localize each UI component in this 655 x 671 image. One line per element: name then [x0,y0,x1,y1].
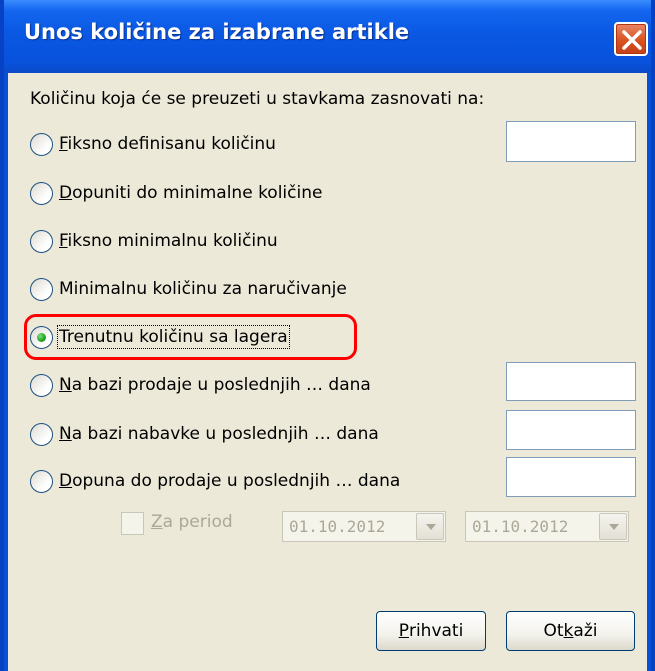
option-label: Minimalnu količinu za naručivanje [59,279,347,299]
accept-button[interactable]: Prihvati [376,611,486,651]
fixed-quantity-input[interactable] [506,121,636,162]
period-label: Za period [151,512,233,532]
date-to-value: 01.10.2012 [472,517,569,536]
close-button[interactable] [614,22,648,56]
option-fill-to-minimum[interactable]: Dopuniti do minimalne količine [30,180,322,206]
radio-button[interactable] [30,422,53,446]
option-fixed-quantity[interactable]: Fiksno definisanu količinu [30,131,276,157]
red-highlight-annotation [24,314,357,360]
title-bar[interactable]: Unos količine za izabrane artikle [4,0,651,73]
purchases-days-input[interactable] [506,410,636,450]
close-icon [622,30,642,50]
option-label: Dopuna do prodaje u poslednjih … dana [59,471,401,491]
radio-button[interactable] [30,181,53,205]
radio-button[interactable] [30,469,53,493]
option-fixed-minimum[interactable]: Fiksno minimalnu količinu [30,228,278,254]
chevron-down-icon [426,524,436,530]
option-label: Na bazi nabavke u poslednjih … dana [59,424,379,444]
option-label: Fiksno definisanu količinu [59,134,276,154]
date-from-dropdown-button[interactable] [416,513,444,540]
instruction-label: Količinu koja će se preuzeti u stavkama … [30,89,485,109]
date-from-value: 01.10.2012 [289,517,386,536]
fill-sales-days-input[interactable] [506,457,636,497]
option-fill-to-sales[interactable]: Dopuna do prodaje u poslednjih … dana [30,468,400,494]
sales-days-input[interactable] [506,362,636,401]
radio-button[interactable] [30,373,53,397]
date-from-picker[interactable]: 01.10.2012 [282,511,446,542]
option-based-on-sales[interactable]: Na bazi prodaje u poslednjih … dana [30,372,371,398]
radio-button[interactable] [30,132,53,156]
cancel-button[interactable]: Ot k aži [506,611,635,651]
option-minimum-order-quantity[interactable]: Minimalnu količinu za naručivanje [30,276,347,302]
radio-button[interactable] [30,277,53,301]
window-title: Unos količine za izabrane artikle [24,20,410,44]
date-to-dropdown-button[interactable] [599,513,627,540]
option-based-on-purchases[interactable]: Na bazi nabavke u poslednjih … dana [30,421,379,447]
option-label: Dopuniti do minimalne količine [59,183,323,203]
period-checkbox[interactable] [121,512,144,535]
radio-button[interactable] [30,229,53,253]
option-label: Na bazi prodaje u poslednjih … dana [59,375,371,395]
option-label: Fiksno minimalnu količinu [59,231,278,251]
date-to-picker[interactable]: 01.10.2012 [465,511,629,542]
chevron-down-icon [609,524,619,530]
